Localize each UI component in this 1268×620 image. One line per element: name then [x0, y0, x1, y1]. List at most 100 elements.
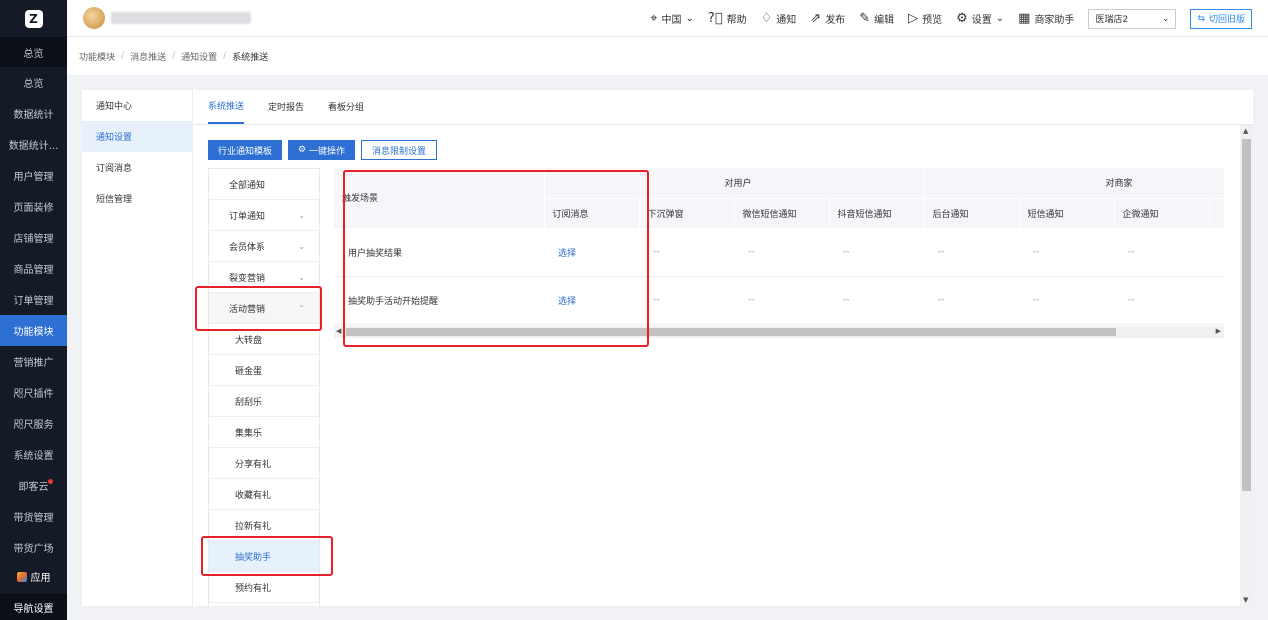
nav-item[interactable]: 总览 [0, 67, 67, 98]
category-item[interactable]: 大转盘 [209, 324, 319, 355]
top-actions: ⌖ 中国 ⌄ ?⃝ 帮助 ♢ 通知 ⇗ 发布 ✎ 编辑 ▷ 预览 ⚙ 设置 ⌄ ▦ 商家助手 医瑞店… [650, 0, 1252, 37]
nav-item[interactable]: 数据统计... [0, 129, 67, 160]
side-navigation: Z 总览 总览 数据统计 数据统计... 用户管理 页面装修 店铺管理 商品管理 订单管理 功能… [0, 0, 67, 620]
bell-icon: ♢ [760, 11, 773, 26]
table-cell: -- [734, 228, 829, 277]
nav-item[interactable]: 营销推广 [0, 346, 67, 377]
breadcrumb-item[interactable]: 消息推送 [130, 50, 166, 63]
nav-item[interactable]: 带货管理 [0, 501, 67, 532]
tab[interactable]: 定时报告 [268, 89, 304, 124]
horizontal-scrollbar[interactable]: ◀ ▶ [334, 326, 1224, 338]
notification-dot [48, 479, 53, 484]
nav-item[interactable]: 即客云 [0, 470, 67, 501]
scrollbar-thumb[interactable] [1242, 139, 1251, 491]
nav-item[interactable]: 系统设置 [0, 439, 67, 470]
category-item[interactable]: 活动营销 ⌃ [209, 293, 319, 324]
category-item[interactable]: 收藏有礼 [209, 479, 319, 510]
store-select[interactable]: 医瑞店2 ⌄ [1088, 8, 1177, 29]
tab[interactable]: 系统推送 [208, 89, 245, 124]
nav-item[interactable]: 数据统计 [0, 98, 67, 129]
one-click-button[interactable]: ⚙ 一键操作 [288, 140, 355, 160]
nav-head[interactable]: 总览 [0, 37, 67, 67]
category-list: 全部通知订单通知 ⌄ 会员体系 ⌄ 裂变营销 ⌄ 活动营销 ⌃ 大转盘砸金蛋刮刮乐 集集乐分享有礼… [208, 168, 320, 606]
main-panel: 通知中心 通知设置 订阅消息 短信管理 系统推送 定时报告 看板分组 行业通知模板 ⚙ 一… [82, 90, 1253, 606]
settings-button[interactable]: ⚙ 设置 ⌄ [956, 11, 1004, 26]
scrollbar-thumb[interactable] [346, 328, 1116, 336]
nav-item[interactable]: 用户管理 [0, 160, 67, 191]
button-row: 行业通知模板 ⚙ 一键操作 消息限制设置 [208, 140, 437, 160]
category-item[interactable]: 拉新有礼 [209, 510, 319, 541]
col-header: 短信通知 [1019, 198, 1115, 229]
nav-item[interactable]: 商品管理 [0, 253, 67, 284]
category-item[interactable]: 会员体系 ⌄ [209, 231, 319, 262]
tab-bar: 系统推送 定时报告 看板分组 [194, 90, 1253, 125]
app-root: Z 总览 总览 数据统计 数据统计... 用户管理 页面装修 店铺管理 商品管理 订单管理 功能… [0, 0, 1268, 620]
user-group-header: 对用户 [544, 168, 925, 199]
category-label: 大转盘 [235, 335, 263, 346]
nav-item[interactable]: 订单管理 [0, 284, 67, 315]
select-link[interactable]: 选择 [544, 276, 639, 325]
help-button[interactable]: ?⃝ 帮助 [708, 11, 747, 26]
notify-button[interactable]: ♢ 通知 [761, 11, 797, 26]
app-logo[interactable]: Z [0, 0, 67, 37]
gear-icon: ⚙ [956, 11, 968, 26]
publish-button[interactable]: ⇗ 发布 [810, 11, 845, 26]
category-label: 砸金蛋 [235, 366, 263, 377]
chevron-down-icon: ⌄ [298, 210, 305, 220]
scene-header: 触发场景 [334, 168, 545, 229]
category-item[interactable]: 订单通知 ⌄ [209, 200, 319, 231]
merchant-assistant-button[interactable]: ▦ 商家助手 [1018, 11, 1074, 26]
breadcrumb-item[interactable]: 功能模块 [79, 50, 115, 63]
breadcrumb: 功能模块 / 消息推送 / 通知设置 / 系统推送 [67, 37, 1268, 75]
one-click-label: 一键操作 [308, 146, 345, 157]
scroll-left-icon[interactable]: ◀ [336, 327, 341, 335]
preview-button[interactable]: ▷ 预览 [908, 11, 942, 26]
nav-app-label: 应用 [30, 573, 51, 584]
chevron-down-icon: ⌄ [1161, 13, 1170, 24]
category-item[interactable]: 裂变营销 ⌄ [209, 262, 319, 293]
table-cell: -- [829, 228, 925, 277]
category-item[interactable]: 集集乐 [209, 417, 319, 448]
nav-bottom-settings[interactable]: 导航设置 [0, 594, 67, 620]
vertical-scrollbar[interactable]: ▲ ▼ [1240, 125, 1253, 606]
nav-item[interactable]: 咫尺服务 [0, 408, 67, 439]
left-nav-item[interactable]: 短信管理 [82, 183, 192, 214]
scroll-up-icon[interactable]: ▲ [1243, 127, 1248, 135]
select-link[interactable]: 选择 [544, 228, 639, 277]
scroll-down-icon[interactable]: ▼ [1243, 596, 1248, 604]
left-nav-item[interactable]: 通知中心 [82, 90, 192, 121]
category-item[interactable]: 预约有礼 [209, 572, 319, 603]
top-bar: ⌖ 中国 ⌄ ?⃝ 帮助 ♢ 通知 ⇗ 发布 ✎ 编辑 ▷ 预览 ⚙ 设置 ⌄ ▦ 商家助手 医瑞店… [67, 0, 1268, 37]
switch-old-version-button[interactable]: ⇆ 切回旧版 [1190, 8, 1252, 29]
industry-template-button[interactable]: 行业通知模板 [208, 140, 283, 160]
nav-item[interactable]: 咫尺插件 [0, 377, 67, 408]
breadcrumb-item[interactable]: 通知设置 [181, 50, 217, 63]
category-item[interactable]: 刮刮乐 [209, 386, 319, 417]
tab[interactable]: 看板分组 [328, 89, 364, 124]
help-icon: ?⃝ [707, 11, 723, 26]
edit-button[interactable]: ✎ 编辑 [859, 11, 894, 26]
nav-item[interactable]: 店铺管理 [0, 222, 67, 253]
category-item[interactable]: 砸金蛋 [209, 355, 319, 386]
region-selector[interactable]: ⌖ 中国 ⌄ [650, 11, 694, 26]
nav-item[interactable]: 功能模块 [0, 315, 67, 346]
left-nav-item[interactable]: 通知设置 [82, 121, 192, 152]
table-cell [1209, 276, 1224, 325]
category-item[interactable]: 分享有礼 [209, 448, 319, 479]
settings-left-nav: 通知中心 通知设置 订阅消息 短信管理 [82, 90, 193, 606]
table-cell: -- [1019, 276, 1115, 325]
left-nav-item[interactable]: 订阅消息 [82, 152, 192, 183]
message-limit-button[interactable]: 消息限制设置 [360, 140, 437, 160]
col-header [1209, 198, 1224, 229]
nav-item[interactable]: 页面装修 [0, 191, 67, 222]
col-header: 抖音短信通知 [829, 198, 925, 229]
category-label: 分享有礼 [235, 459, 272, 470]
col-header: 后台通知 [924, 198, 1020, 229]
store-avatar[interactable] [83, 7, 105, 29]
nav-item[interactable]: 带货广场 [0, 532, 67, 563]
category-label: 订单通知 [229, 211, 266, 222]
nav-app[interactable]: 应用 [0, 563, 67, 590]
category-item[interactable]: 抽奖助手 [209, 541, 319, 572]
category-item[interactable]: 全部通知 [209, 169, 319, 200]
scroll-right-icon[interactable]: ▶ [1216, 327, 1221, 335]
